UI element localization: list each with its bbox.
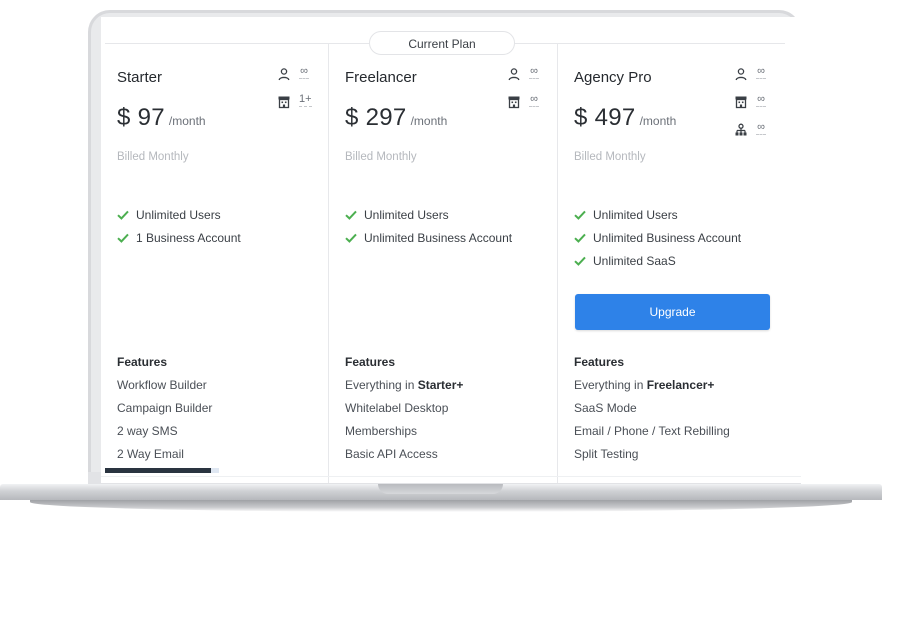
feature-item: Memberships: [345, 424, 418, 438]
feature-item: Campaign Builder: [117, 401, 213, 415]
limit-value: 1+: [299, 93, 312, 107]
building-icon: [508, 96, 520, 109]
network-icon: [735, 123, 747, 136]
included-list: Unlimited Users Unlimited Business Accou…: [345, 203, 512, 249]
limit-value: ∞: [299, 65, 309, 79]
laptop-opening-notch: [378, 484, 503, 494]
included-item: Unlimited SaaS: [574, 249, 741, 272]
plan-name: Freelancer: [345, 69, 417, 86]
plan-price: $ 497/month: [574, 104, 676, 132]
limit-value: ∞: [529, 93, 539, 107]
price-period: /month: [168, 114, 206, 128]
feature-item: Everything in Starter+: [345, 378, 464, 392]
limit-value: ∞: [756, 121, 766, 135]
billing-cycle: Billed Monthly: [574, 151, 646, 163]
feature-item: Whitelabel Desktop: [345, 401, 449, 415]
limit-value: ∞: [756, 65, 766, 79]
plan-name: Agency Pro: [574, 69, 652, 86]
included-item: Unlimited Business Account: [345, 226, 512, 249]
plan-price: $ 97/month: [117, 104, 206, 132]
limit-users: ∞: [734, 65, 766, 93]
features-list: Features Everything in Starter+ Whitelab…: [345, 354, 463, 469]
price-amount: $ 297: [345, 104, 407, 131]
user-icon: [278, 68, 290, 81]
current-plan-badge: Current Plan: [369, 31, 515, 55]
included-item: Unlimited Users: [574, 203, 741, 226]
feature-item: SaaS Mode: [574, 401, 637, 415]
check-icon: [574, 233, 586, 243]
upgrade-button[interactable]: Upgrade: [575, 294, 770, 330]
next-section-peek: [105, 468, 211, 473]
limit-value: ∞: [756, 93, 766, 107]
limit-accounts: 1+: [277, 93, 312, 121]
feature-item: 2 way SMS: [117, 424, 178, 438]
check-icon: [117, 210, 129, 220]
plan-limits: ∞ ∞: [507, 65, 539, 121]
next-section-divider: [101, 476, 801, 477]
plan-limits: ∞ 1+: [277, 65, 312, 121]
billing-cycle: Billed Monthly: [345, 151, 417, 163]
price-period: /month: [639, 114, 677, 128]
included-list: Unlimited Users Unlimited Business Accou…: [574, 203, 741, 272]
limit-accounts: ∞: [507, 93, 539, 121]
user-icon: [735, 68, 747, 81]
user-icon: [508, 68, 520, 81]
features-list: Features Everything in Freelancer+ SaaS …: [574, 354, 730, 469]
price-amount: $ 97: [117, 104, 165, 131]
limit-users: ∞: [507, 65, 539, 93]
limit-saas: ∞: [734, 121, 766, 149]
building-icon: [278, 96, 290, 109]
price-amount: $ 497: [574, 104, 636, 131]
feature-item: Basic API Access: [345, 447, 438, 461]
feature-item: Email / Phone / Text Rebilling: [574, 424, 730, 438]
check-icon: [345, 210, 357, 220]
plan-limits: ∞ ∞ ∞: [734, 65, 766, 149]
feature-item: 2 Way Email: [117, 447, 184, 461]
plan-card-freelancer: Freelancer $ 297/month Billed Monthly ∞ …: [329, 43, 558, 483]
feature-item: Everything in Freelancer+: [574, 378, 715, 392]
laptop-base-shadow: [30, 500, 852, 512]
feature-item: Split Testing: [574, 447, 639, 461]
price-period: /month: [410, 114, 448, 128]
feature-item: Workflow Builder: [117, 378, 207, 392]
included-list: Unlimited Users 1 Business Account: [117, 203, 241, 249]
included-item: Unlimited Users: [345, 203, 512, 226]
billing-cycle: Billed Monthly: [117, 151, 189, 163]
plan-card-agency-pro: Agency Pro $ 497/month Billed Monthly ∞ …: [558, 43, 801, 483]
features-list: Features Workflow Builder Campaign Build…: [117, 354, 212, 469]
included-item: Unlimited Users: [117, 203, 241, 226]
features-heading: Features: [574, 355, 625, 369]
features-heading: Features: [117, 355, 168, 369]
features-heading: Features: [345, 355, 396, 369]
plan-name: Starter: [117, 69, 163, 86]
limit-accounts: ∞: [734, 93, 766, 121]
check-icon: [117, 233, 129, 243]
next-section-peek: [211, 468, 219, 473]
limit-users: ∞: [277, 65, 312, 93]
building-icon: [735, 96, 747, 109]
check-icon: [574, 210, 586, 220]
check-icon: [574, 256, 586, 266]
laptop-screen: Starter $ 97/month Billed Monthly ∞ 1+ U…: [101, 17, 801, 483]
plan-price: $ 297/month: [345, 104, 447, 132]
check-icon: [345, 233, 357, 243]
included-item: 1 Business Account: [117, 226, 241, 249]
included-item: Unlimited Business Account: [574, 226, 741, 249]
plan-card-starter: Starter $ 97/month Billed Monthly ∞ 1+ U…: [101, 43, 329, 483]
limit-value: ∞: [529, 65, 539, 79]
